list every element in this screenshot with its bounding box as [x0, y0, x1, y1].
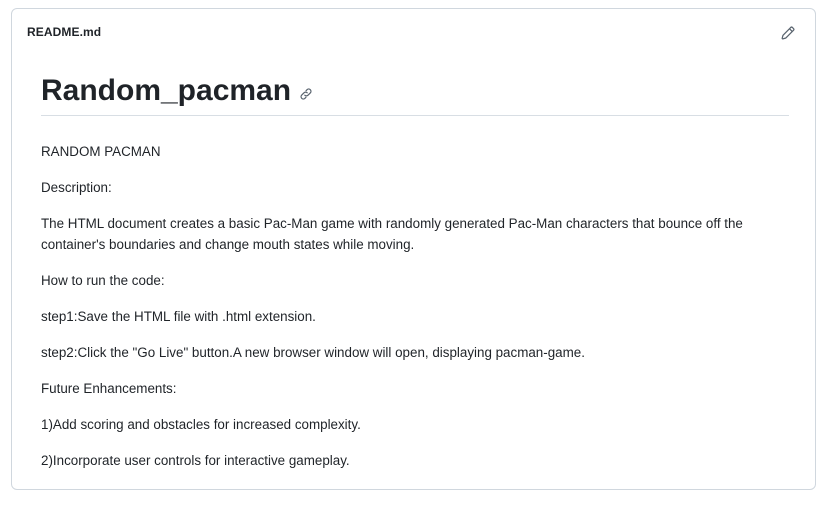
readme-panel: README.md Random_pacman RANDOM PACMAN De… — [11, 8, 816, 490]
paragraph-step2: step2:Click the "Go Live" button.A new b… — [41, 345, 585, 360]
paragraph-enhancement-2: 2)Incorporate user controls for interact… — [41, 453, 350, 468]
link-icon — [300, 88, 312, 100]
pencil-icon — [781, 26, 795, 40]
page-title: Random_pacman — [41, 74, 292, 107]
paragraph-enhancement-1: 1)Add scoring and obstacles for increase… — [41, 417, 361, 432]
heading-anchor-link[interactable] — [299, 87, 313, 101]
paragraph-enhancements-label: Future Enhancements: — [41, 381, 177, 396]
readme-content: Random_pacman RANDOM PACMAN Description:… — [41, 69, 789, 468]
readme-header: README.md — [12, 9, 815, 57]
paragraph-description: The HTML document creates a basic Pac-Ma… — [41, 216, 743, 252]
title-row: Random_pacman — [41, 69, 789, 116]
paragraph-description-label: Description: — [41, 180, 112, 195]
paragraph-run-label: How to run the code: — [41, 273, 165, 288]
paragraph-heading: RANDOM PACMAN — [41, 144, 161, 159]
edit-file-button[interactable] — [779, 24, 797, 42]
paragraph-step1: step1:Save the HTML file with .html exte… — [41, 309, 316, 324]
file-name: README.md — [27, 25, 102, 39]
